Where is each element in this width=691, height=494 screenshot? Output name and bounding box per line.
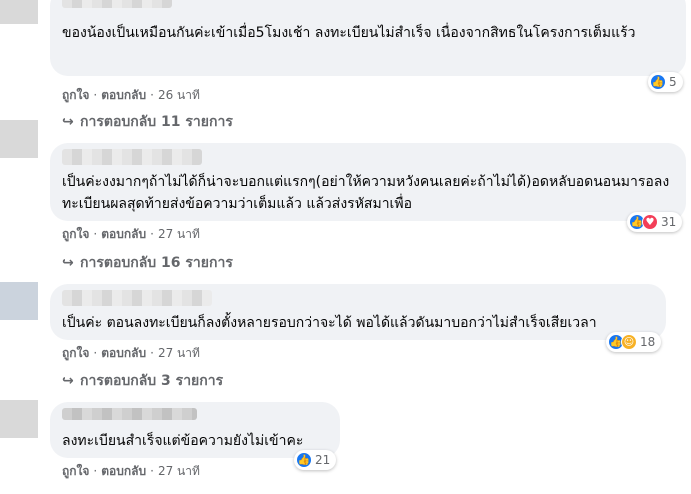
reply-arrow-icon: ↪ (62, 255, 74, 271)
reply-arrow-icon: ↪ (62, 373, 74, 389)
like-link[interactable]: ถูกใจ (62, 86, 89, 105)
comment-text: เป็นค่ะ ตอนลงทะเบียนก็ลงตั้งหลายรอบกว่าจ… (62, 315, 597, 331)
like-link[interactable]: ถูกใจ (62, 225, 89, 244)
timestamp[interactable]: 27 นาที (158, 344, 200, 363)
love-icon: ♥ (642, 214, 658, 230)
commenter-name-blurred[interactable] (62, 290, 212, 306)
comment-bubble: ของน้องเป็นเหมือนกันค่ะเข้าเมื่อ5โมงเช้า… (50, 0, 686, 76)
like-link[interactable]: ถูกใจ (62, 462, 89, 481)
comment-actions: ถูกใจ · ตอบกลับ · 26 นาที (62, 86, 200, 105)
reply-link[interactable]: ตอบกลับ (101, 344, 146, 363)
like-link[interactable]: ถูกใจ (62, 344, 89, 363)
timestamp[interactable]: 27 นาที (158, 225, 200, 244)
reply-arrow-icon: ↪ (62, 114, 74, 130)
view-replies-link[interactable]: ↪ การตอบกลับ 11 รายการ (62, 111, 233, 133)
comment-text: ของน้องเป็นเหมือนกันค่ะเข้าเมื่อ5โมงเช้า… (62, 25, 636, 41)
avatar[interactable] (0, 0, 38, 24)
timestamp[interactable]: 26 นาที (158, 86, 200, 105)
comment-actions: ถูกใจ · ตอบกลับ · 27 นาที (62, 225, 200, 244)
care-icon: ☺ (621, 334, 637, 350)
view-replies-link[interactable]: ↪ การตอบกลับ 3 รายการ (62, 370, 223, 392)
comment-actions: ถูกใจ · ตอบกลับ · 27 นาที (62, 344, 200, 363)
comment-actions: ถูกใจ · ตอบกลับ · 27 นาที (62, 462, 200, 481)
reaction-summary[interactable]: 👍 5 (648, 72, 683, 92)
reaction-count: 21 (315, 453, 331, 467)
comment-text: เป็นค่ะงงมากๆถ้าไม่ได้ก็น่าจะบอกแต่แรกๆ(… (62, 174, 670, 212)
timestamp[interactable]: 27 นาที (158, 462, 200, 481)
reply-link[interactable]: ตอบกลับ (101, 86, 146, 105)
avatar[interactable] (0, 400, 38, 438)
reply-link[interactable]: ตอบกลับ (101, 225, 146, 244)
comment-text: ลงทะเบียนสำเร็จแต่ข้อความยังไม่เข้าคะ (62, 433, 304, 449)
replies-count-label: การตอบกลับ 16 รายการ (80, 255, 233, 271)
replies-count-label: การตอบกลับ 11 รายการ (80, 114, 233, 130)
comment-bubble: เป็นค่ะ ตอนลงทะเบียนก็ลงตั้งหลายรอบกว่าจ… (50, 284, 666, 340)
avatar[interactable] (0, 120, 38, 158)
reply-link[interactable]: ตอบกลับ (101, 462, 146, 481)
commenter-name-blurred[interactable] (62, 408, 197, 420)
reaction-summary[interactable]: 👍 ♥ 31 (627, 212, 683, 232)
commenter-name-blurred[interactable] (62, 0, 172, 8)
like-icon: 👍 (296, 452, 312, 468)
avatar[interactable] (0, 282, 38, 320)
reaction-summary[interactable]: 👍 ☺ 18 (606, 332, 662, 352)
reaction-count: 18 (640, 335, 656, 349)
commenter-name-blurred[interactable] (62, 149, 202, 165)
reaction-count: 5 (669, 75, 677, 89)
comment-bubble: เป็นค่ะงงมากๆถ้าไม่ได้ก็น่าจะบอกแต่แรกๆ(… (50, 143, 686, 221)
replies-count-label: การตอบกลับ 3 รายการ (80, 373, 224, 389)
reaction-count: 31 (661, 215, 677, 229)
reaction-summary[interactable]: 👍 21 (294, 450, 337, 470)
view-replies-link[interactable]: ↪ การตอบกลับ 16 รายการ (62, 252, 233, 274)
like-icon: 👍 (650, 74, 666, 90)
comment-bubble: ลงทะเบียนสำเร็จแต่ข้อความยังไม่เข้าคะ (50, 402, 340, 458)
